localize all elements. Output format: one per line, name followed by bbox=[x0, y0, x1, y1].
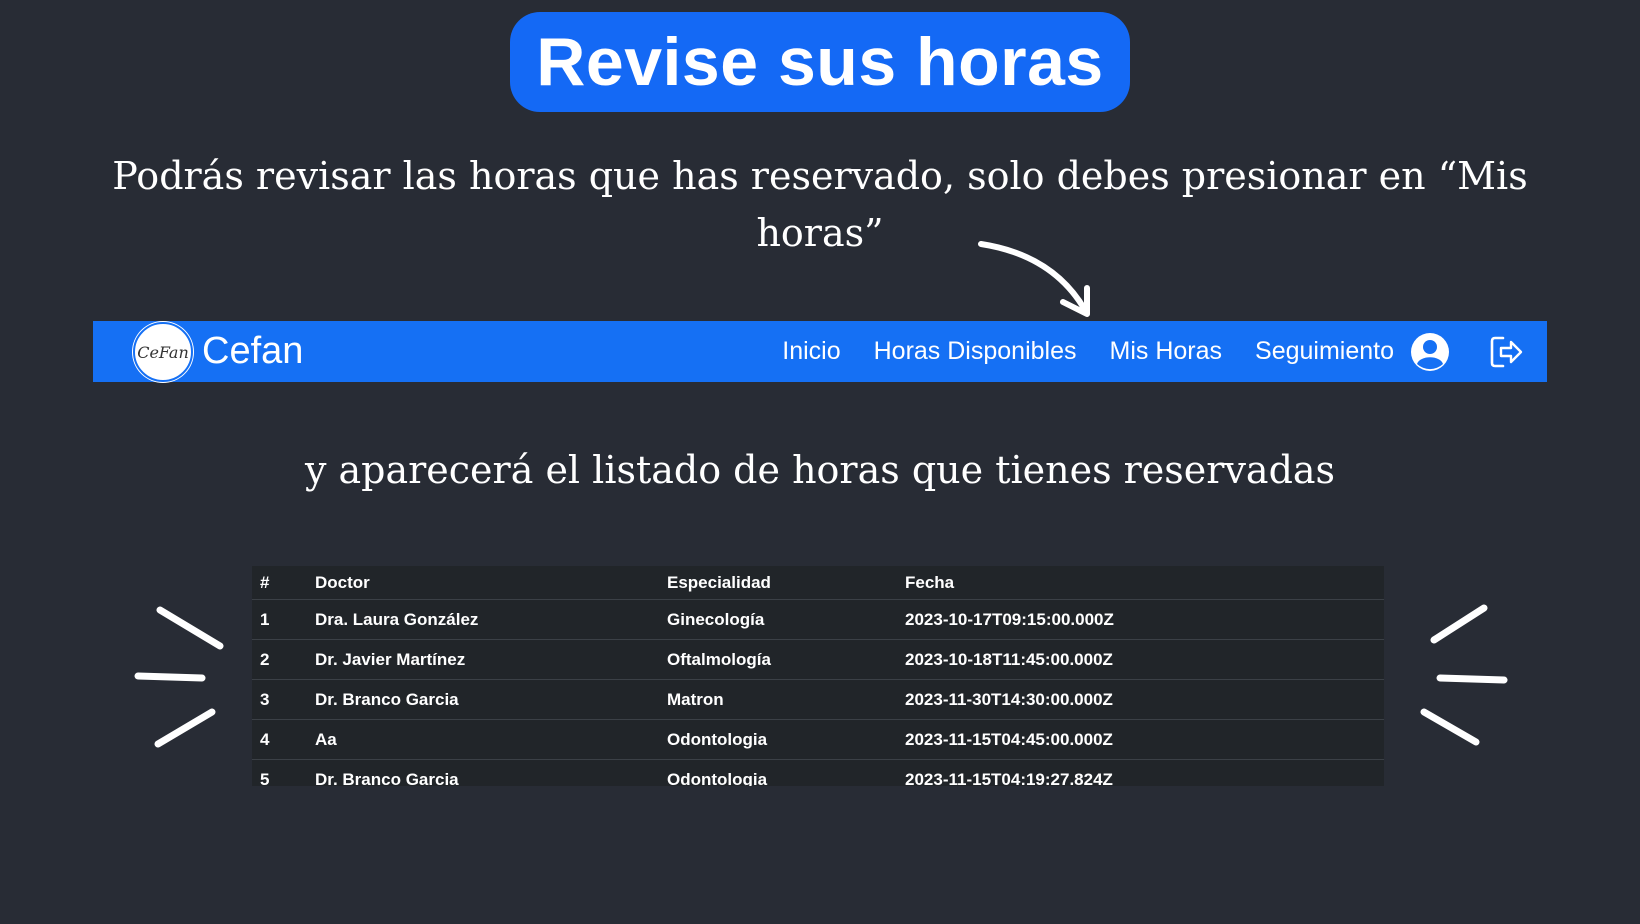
subtitle-text: y aparecerá el listado de horas que tien… bbox=[304, 448, 1336, 492]
row-number: 5 bbox=[252, 759, 307, 786]
row-doctor: Aa bbox=[307, 719, 659, 760]
navbar: CeFan Cefan Inicio Horas Disponibles Mis… bbox=[93, 321, 1547, 382]
row-fecha: 2023-11-15T04:19:27.824Z bbox=[897, 759, 1384, 786]
row-especialidad: Odontologia bbox=[659, 759, 897, 786]
row-fecha: 2023-10-17T09:15:00.000Z bbox=[897, 599, 1384, 640]
row-fecha: 2023-10-18T11:45:00.000Z bbox=[897, 639, 1384, 680]
emphasis-marks-right-icon bbox=[1420, 604, 1508, 746]
row-especialidad: Matron bbox=[659, 679, 897, 720]
slide-title: Revise sus horas bbox=[536, 24, 1104, 100]
row-doctor: Dra. Laura González bbox=[307, 599, 659, 640]
emphasis-marks-left-icon bbox=[134, 606, 224, 748]
appointments-table: # Doctor Especialidad Fecha 1 Dra. Laura… bbox=[252, 566, 1384, 786]
tutorial-slide: Revise sus horas Podrás revisar las hora… bbox=[0, 0, 1640, 924]
column-header-doctor: Doctor bbox=[307, 566, 659, 600]
brand-logo[interactable]: CeFan bbox=[133, 322, 193, 382]
row-especialidad: Oftalmología bbox=[659, 639, 897, 680]
row-fecha: 2023-11-15T04:45:00.000Z bbox=[897, 719, 1384, 760]
column-header-number: # bbox=[252, 566, 307, 600]
logo-text: CeFan bbox=[137, 342, 189, 362]
row-doctor: Dr. Branco Garcia bbox=[307, 759, 659, 786]
row-number: 3 bbox=[252, 679, 307, 720]
column-header-especialidad: Especialidad bbox=[659, 566, 897, 600]
nav-link-horas-disponibles[interactable]: Horas Disponibles bbox=[874, 337, 1077, 366]
row-fecha: 2023-11-30T14:30:00.000Z bbox=[897, 679, 1384, 720]
row-doctor: Dr. Javier Martínez bbox=[307, 639, 659, 680]
table-row: 1 Dra. Laura González Ginecología 2023-1… bbox=[252, 599, 1384, 640]
title-banner: Revise sus horas bbox=[510, 12, 1130, 112]
nav-link-seguimiento[interactable]: Seguimiento bbox=[1255, 337, 1394, 366]
table-row: 5 Dr. Branco Garcia Odontologia 2023-11-… bbox=[252, 759, 1384, 786]
table-header-row: # Doctor Especialidad Fecha bbox=[252, 566, 1384, 600]
row-especialidad: Odontologia bbox=[659, 719, 897, 760]
logout-icon[interactable] bbox=[1489, 335, 1525, 369]
row-number: 2 bbox=[252, 639, 307, 680]
table-row: 3 Dr. Branco Garcia Matron 2023-11-30T14… bbox=[252, 679, 1384, 720]
column-header-fecha: Fecha bbox=[897, 566, 1384, 600]
row-doctor: Dr. Branco Garcia bbox=[307, 679, 659, 720]
nav-links: Inicio Horas Disponibles Mis Horas Segui… bbox=[782, 321, 1547, 382]
nav-link-inicio[interactable]: Inicio bbox=[782, 337, 840, 366]
nav-link-mis-horas[interactable]: Mis Horas bbox=[1110, 337, 1223, 366]
brand-name[interactable]: Cefan bbox=[202, 330, 303, 373]
table-row: 4 Aa Odontologia 2023-11-15T04:45:00.000… bbox=[252, 719, 1384, 760]
table-row: 2 Dr. Javier Martínez Oftalmología 2023-… bbox=[252, 639, 1384, 680]
row-number: 4 bbox=[252, 719, 307, 760]
user-circle-icon[interactable] bbox=[1409, 331, 1451, 373]
intro-text: Podrás revisar las horas que has reserva… bbox=[112, 154, 1528, 255]
row-especialidad: Ginecología bbox=[659, 599, 897, 640]
pointer-arrow-icon bbox=[978, 241, 1090, 317]
row-number: 1 bbox=[252, 599, 307, 640]
